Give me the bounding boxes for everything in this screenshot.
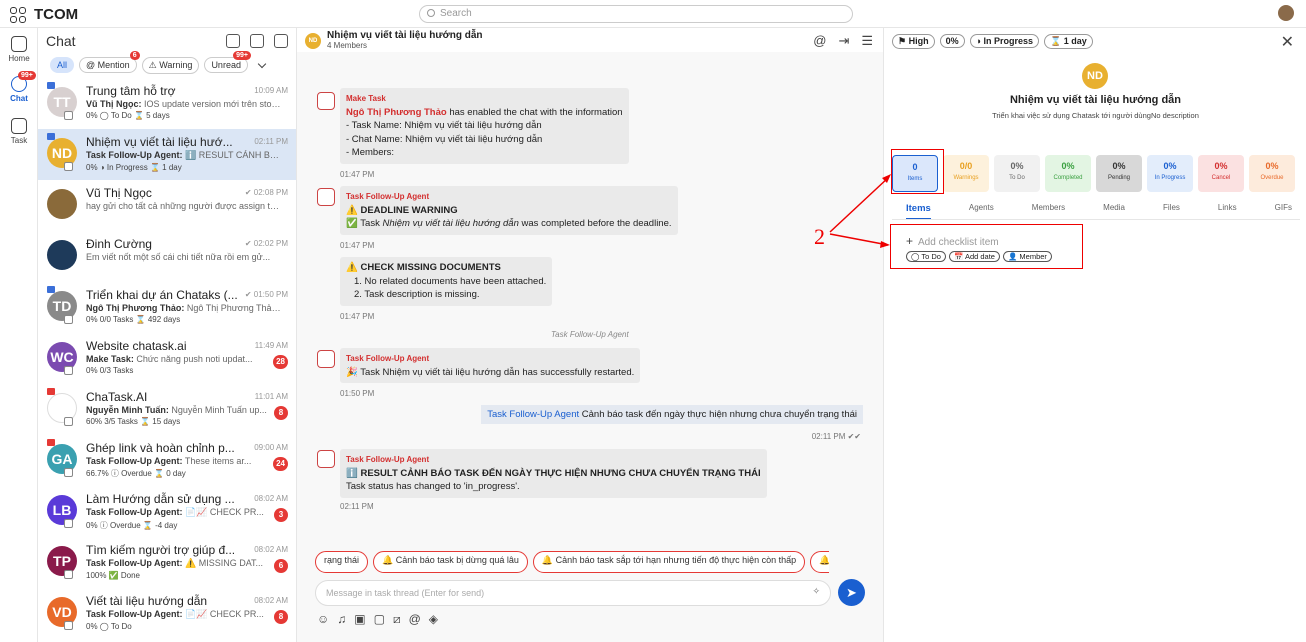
arrowhead (880, 241, 890, 248)
arrow-to-checklist (829, 233, 889, 246)
annotation-arrows (829, 174, 891, 248)
arrow-to-items (829, 176, 890, 233)
